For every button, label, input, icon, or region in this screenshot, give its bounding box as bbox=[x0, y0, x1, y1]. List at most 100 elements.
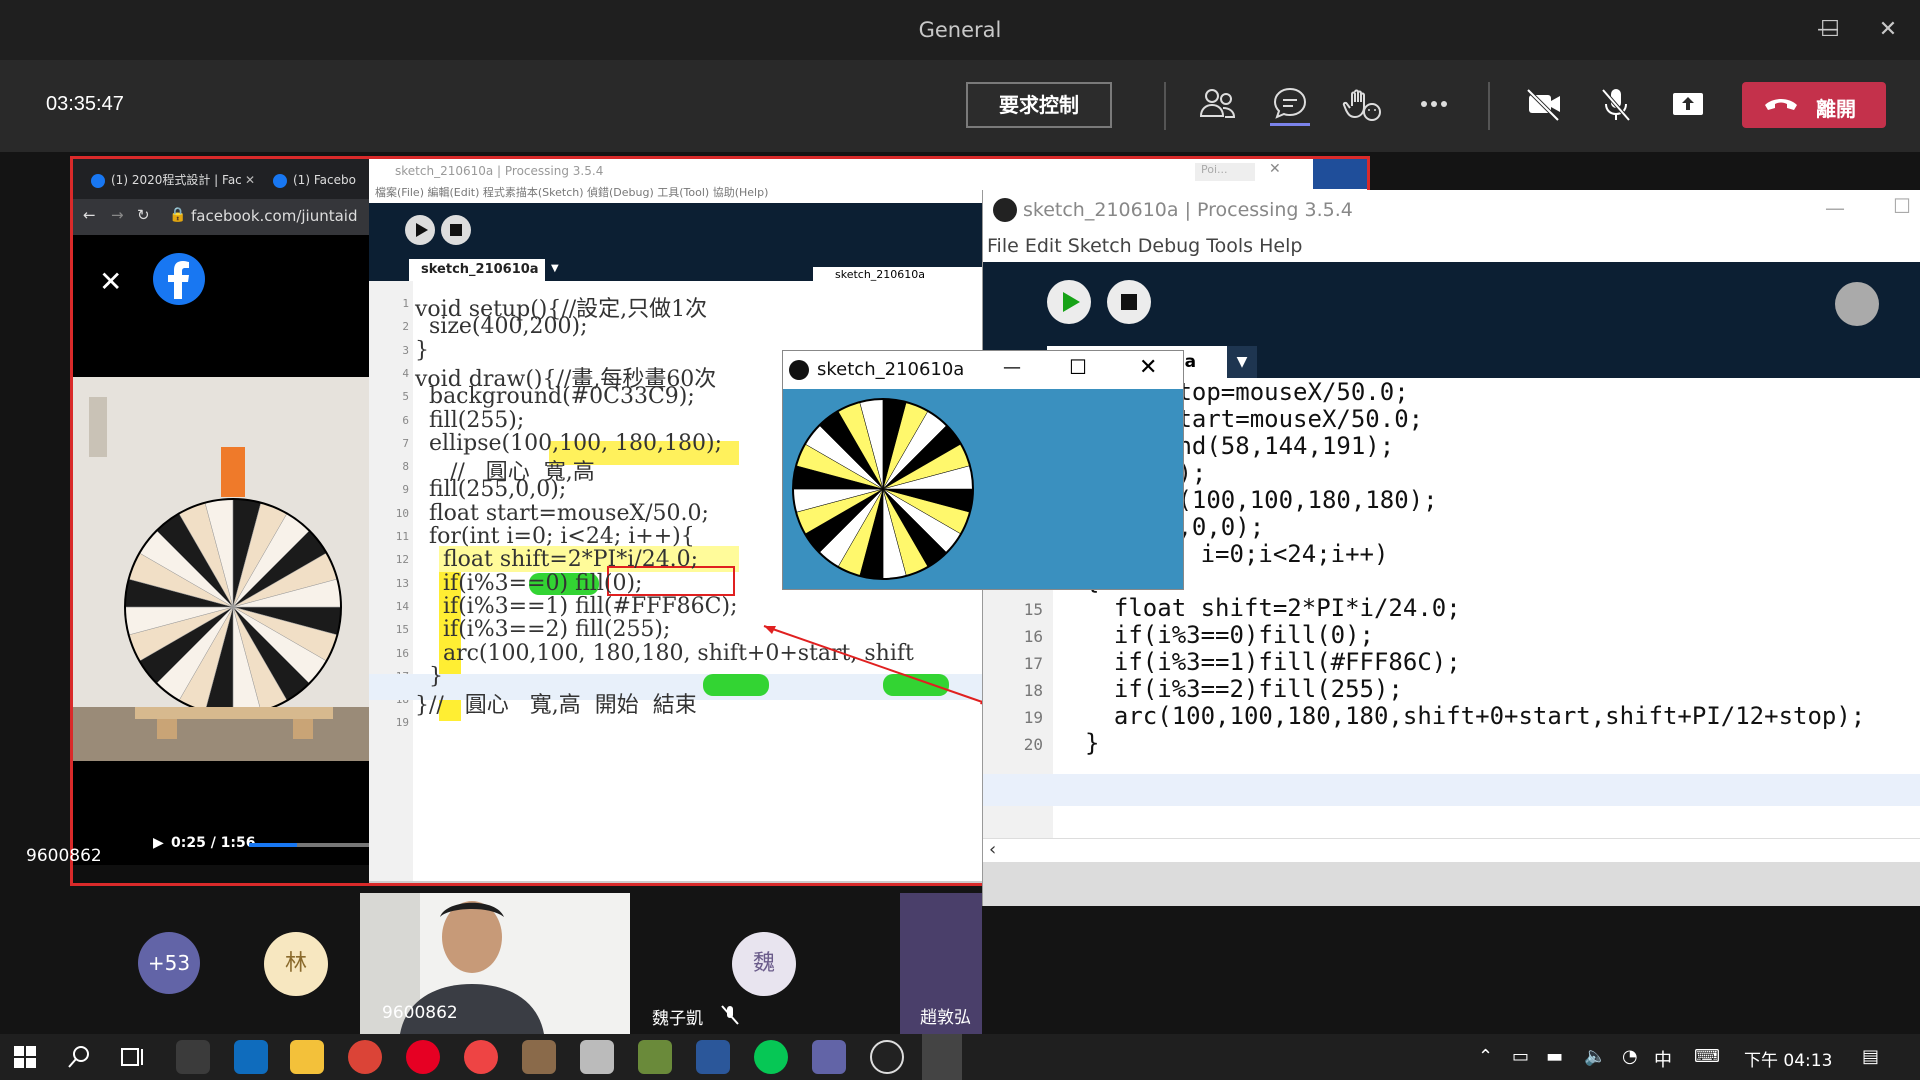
presenter-video-tile[interactable]: 9600862 bbox=[360, 893, 630, 1034]
system-clock[interactable]: 下午 04:13 bbox=[1744, 1046, 1832, 1071]
reactions-icon[interactable] bbox=[1340, 82, 1384, 126]
notifications-icon[interactable]: ▤ bbox=[1862, 1046, 1879, 1067]
forward-arrow-icon[interactable]: → bbox=[111, 206, 124, 224]
request-control-button[interactable]: 要求控制 bbox=[966, 82, 1112, 128]
menu-bar: File Edit Sketch Debug Tools Help bbox=[983, 230, 1920, 262]
keyboard-icon[interactable]: ⌨ bbox=[1694, 1046, 1720, 1067]
chrome-app-icon[interactable] bbox=[348, 1040, 382, 1074]
line-number: 20 bbox=[1023, 735, 1043, 754]
ime-indicator[interactable]: 中 bbox=[1654, 1046, 1672, 1072]
battery-icon[interactable]: ▬ bbox=[1546, 1046, 1563, 1067]
menu-help[interactable]: Help bbox=[1259, 235, 1302, 257]
code-line: if(i%3==1) fill(#FFF86C); bbox=[415, 593, 738, 619]
browser-tab-2[interactable]: (1) Facebo bbox=[273, 165, 373, 195]
participant-tile[interactable]: 趙敦弘 bbox=[900, 893, 982, 1034]
windows-start-icon bbox=[1313, 159, 1367, 189]
line-number: 19 bbox=[395, 716, 409, 730]
url-text[interactable]: facebook.com/jiuntaid bbox=[191, 207, 357, 225]
store-app-icon[interactable] bbox=[176, 1040, 210, 1074]
back-arrow-icon[interactable]: ← bbox=[83, 206, 96, 224]
wifi-icon[interactable]: ◔ bbox=[1622, 1046, 1638, 1067]
phone-hangup-icon bbox=[1765, 99, 1797, 110]
processing-sketch-app-icon[interactable] bbox=[922, 1034, 962, 1080]
menu-file[interactable]: File bbox=[987, 235, 1019, 257]
game-app-icon[interactable] bbox=[522, 1040, 556, 1074]
minecraft-app-icon[interactable] bbox=[638, 1040, 672, 1074]
browser-tab-2-label: (1) Facebo bbox=[293, 173, 356, 187]
network-status-icon[interactable]: ▭ bbox=[1512, 1046, 1529, 1067]
teams-app-icon[interactable] bbox=[812, 1040, 846, 1074]
code-line: if(i%3==2) fill(255); bbox=[415, 617, 671, 643]
menu-edit[interactable]: Edit bbox=[1025, 235, 1062, 257]
background-window-tab: Poi... bbox=[1195, 163, 1255, 181]
participant-name: 趙敦弘 bbox=[920, 1008, 971, 1028]
muted-mic-icon bbox=[721, 1005, 739, 1025]
browser-tab-1[interactable]: (1) 2020程式設計 | Fac bbox=[91, 165, 241, 195]
people-icon[interactable] bbox=[1196, 82, 1240, 126]
windows-start-icon[interactable] bbox=[14, 1046, 36, 1068]
minimize-button[interactable]: — bbox=[1825, 196, 1845, 220]
search-icon[interactable] bbox=[66, 1044, 92, 1070]
facebook-favicon-icon bbox=[273, 173, 287, 188]
minimize-button[interactable]: — bbox=[1003, 357, 1021, 378]
background-close-icon[interactable]: ✕ bbox=[1269, 161, 1281, 177]
facebook-favicon-icon bbox=[91, 173, 105, 188]
play-icon[interactable]: ▶ bbox=[153, 835, 164, 851]
tab-dropdown-icon[interactable]: ▼ bbox=[551, 263, 559, 274]
close-viewer-icon[interactable]: ✕ bbox=[99, 265, 122, 298]
more-participants-badge[interactable]: +53 bbox=[138, 932, 200, 994]
tab-close-icon[interactable]: ✕ bbox=[245, 165, 259, 195]
maximize-button[interactable]: ☐ bbox=[1893, 194, 1911, 218]
video-progress-bar[interactable] bbox=[249, 843, 369, 847]
line-number: 2 bbox=[402, 320, 409, 334]
menu-tools[interactable]: Tools bbox=[1206, 235, 1253, 257]
stop-button[interactable] bbox=[1107, 280, 1151, 324]
leave-button[interactable]: 離開 bbox=[1742, 82, 1886, 128]
pinterest-app-icon[interactable] bbox=[406, 1040, 440, 1074]
mic-off-icon[interactable] bbox=[1594, 82, 1638, 126]
task-view-icon[interactable] bbox=[120, 1046, 148, 1068]
code-line: } bbox=[415, 663, 443, 689]
prize-wheel-video-frame bbox=[73, 377, 369, 761]
mail-app-icon[interactable] bbox=[234, 1040, 268, 1074]
code-line: float start=mouseX/50.0; bbox=[415, 500, 709, 526]
word-app-icon[interactable] bbox=[696, 1040, 730, 1074]
stop-button[interactable] bbox=[441, 215, 471, 245]
editor-tab[interactable]: sketch_210610a bbox=[409, 259, 545, 281]
tab-dropdown-icon[interactable]: ▼ bbox=[1227, 346, 1257, 378]
line-number: 15 bbox=[395, 623, 409, 637]
facebook-logo-icon bbox=[153, 253, 205, 305]
code-line: fill(255); bbox=[415, 407, 525, 433]
sketch-canvas[interactable] bbox=[783, 389, 1183, 589]
app-icon[interactable] bbox=[580, 1040, 614, 1074]
processing-app-icon[interactable] bbox=[870, 1040, 904, 1074]
debugger-icon[interactable] bbox=[1835, 282, 1879, 326]
code-line: } bbox=[415, 337, 429, 363]
menu-sketch[interactable]: Sketch bbox=[1068, 235, 1132, 257]
menu-debug[interactable]: Debug bbox=[1138, 235, 1200, 257]
share-screen-icon[interactable] bbox=[1666, 82, 1710, 126]
horizontal-scrollbar[interactable]: ‹ bbox=[983, 838, 1920, 862]
volume-icon[interactable]: 🔈 bbox=[1584, 1046, 1606, 1067]
app-icon[interactable] bbox=[464, 1040, 498, 1074]
line-app-icon[interactable] bbox=[754, 1040, 788, 1074]
run-button[interactable] bbox=[1047, 280, 1091, 324]
reload-icon[interactable]: ↻ bbox=[137, 206, 150, 224]
file-explorer-icon[interactable] bbox=[290, 1040, 324, 1074]
meeting-toolbar: 03:35:47 要求控制 離開 bbox=[0, 60, 1920, 152]
line-number: 11 bbox=[395, 530, 409, 543]
tray-chevron-icon[interactable]: ⌃ bbox=[1478, 1046, 1493, 1067]
participant-avatar[interactable]: 林 bbox=[264, 932, 328, 996]
run-button[interactable] bbox=[405, 215, 435, 245]
browser-address-bar: ← → ↻ 🔒 facebook.com/jiuntaid bbox=[73, 199, 369, 235]
close-window-button[interactable]: ✕ bbox=[1870, 14, 1906, 46]
camera-off-icon[interactable] bbox=[1522, 82, 1566, 126]
maximize-button[interactable]: ☐ bbox=[1812, 14, 1848, 46]
close-button[interactable]: ✕ bbox=[1139, 355, 1157, 380]
line-number: 16 bbox=[395, 646, 409, 660]
maximize-button[interactable]: ☐ bbox=[1069, 355, 1087, 379]
more-options-icon[interactable] bbox=[1412, 82, 1456, 126]
chat-icon[interactable] bbox=[1268, 82, 1312, 126]
scroll-left-icon[interactable]: ‹ bbox=[989, 839, 996, 860]
participant-avatar[interactable]: 魏 bbox=[732, 932, 796, 996]
